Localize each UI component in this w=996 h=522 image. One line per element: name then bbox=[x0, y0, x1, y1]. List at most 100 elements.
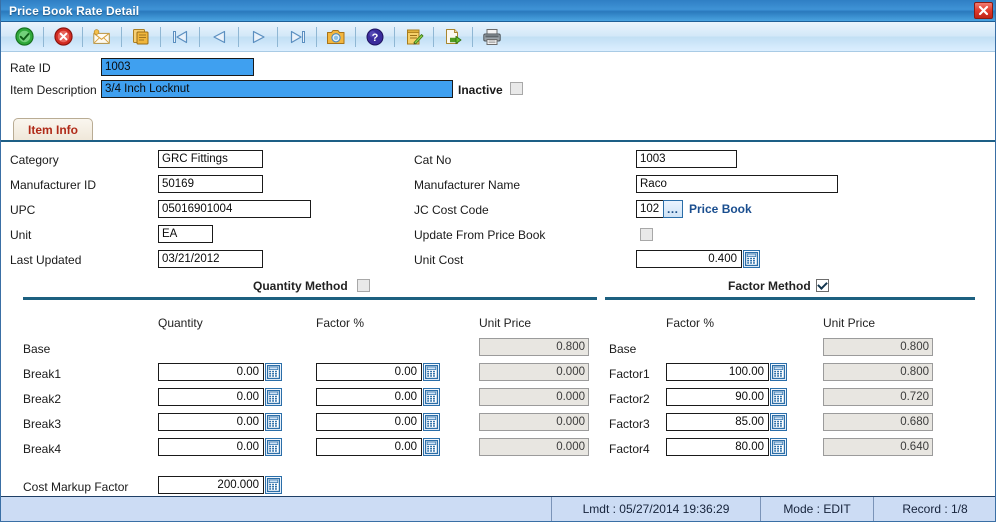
calculator-icon bbox=[267, 478, 280, 492]
tab-item-info[interactable]: Item Info bbox=[13, 118, 93, 141]
cost-markup-factor-label: Cost Markup Factor bbox=[23, 480, 129, 494]
cost-markup-factor-input[interactable]: 200.000 bbox=[158, 476, 264, 494]
quantity-factor-calculator-break1[interactable] bbox=[423, 363, 440, 381]
factor-calculator-factor2[interactable] bbox=[770, 388, 787, 406]
edit-button[interactable] bbox=[401, 25, 427, 49]
factor-input-factor3[interactable]: 85.00 bbox=[666, 413, 769, 431]
quantity-calculator-break1[interactable] bbox=[265, 363, 282, 381]
factor-row-label-factor1: Factor1 bbox=[609, 367, 650, 381]
quantity-factor-calculator-break4[interactable] bbox=[423, 438, 440, 456]
quantity-input-break4[interactable]: 0.00 bbox=[158, 438, 264, 456]
upc-label: UPC bbox=[10, 203, 36, 217]
first-record-icon bbox=[172, 30, 187, 43]
manufacturer-name-input[interactable]: Raco bbox=[636, 175, 838, 193]
quantity-input-break2[interactable]: 0.00 bbox=[158, 388, 264, 406]
quantity-factor-input-break3[interactable]: 0.00 bbox=[316, 413, 422, 431]
quantity-calculator-break3[interactable] bbox=[265, 413, 282, 431]
quantity-method-rule bbox=[23, 297, 597, 300]
quantity-factor-calculator-break2[interactable] bbox=[423, 388, 440, 406]
status-record: Record : 1/8 bbox=[874, 497, 995, 521]
calculator-icon bbox=[772, 365, 785, 379]
cat-no-input[interactable]: 1003 bbox=[636, 150, 737, 168]
quantity-row-label-break4: Break4 bbox=[23, 442, 62, 456]
ellipsis-icon: … bbox=[666, 202, 680, 216]
factor-method-rule bbox=[605, 297, 975, 300]
last-record-button[interactable] bbox=[284, 25, 310, 49]
copy-pages-icon bbox=[133, 29, 149, 45]
quantity-factor-column-header: Factor % bbox=[316, 316, 365, 330]
next-record-button[interactable] bbox=[245, 25, 271, 49]
upc-input[interactable]: 05016901004 bbox=[158, 200, 311, 218]
quantity-factor-input-break1[interactable]: 0.00 bbox=[316, 363, 422, 381]
quantity-unit-price-break2: 0.000 bbox=[479, 388, 589, 406]
cost-markup-factor-calculator[interactable] bbox=[265, 476, 282, 494]
quantity-calculator-break2[interactable] bbox=[265, 388, 282, 406]
quantity-factor-input-break4[interactable]: 0.00 bbox=[316, 438, 422, 456]
unit-cost-input[interactable]: 0.400 bbox=[636, 250, 742, 268]
manufacturer-id-input[interactable]: 50169 bbox=[158, 175, 263, 193]
factor-calculator-factor3[interactable] bbox=[770, 413, 787, 431]
last-updated-input[interactable]: 03/21/2012 bbox=[158, 250, 263, 268]
calculator-icon bbox=[425, 415, 438, 429]
factor-input-factor4[interactable]: 80.00 bbox=[666, 438, 769, 456]
status-last-modified: Lmdt : 05/27/2014 19:36:29 bbox=[552, 497, 761, 521]
quantity-input-break1[interactable]: 0.00 bbox=[158, 363, 264, 381]
calculator-icon bbox=[772, 440, 785, 454]
rate-id-label: Rate ID bbox=[10, 61, 51, 75]
export-button[interactable] bbox=[440, 25, 466, 49]
quantity-unit-price-column-header: Unit Price bbox=[479, 316, 532, 330]
price-book-link[interactable]: Price Book bbox=[689, 202, 752, 216]
factor-input-factor1[interactable]: 100.00 bbox=[666, 363, 769, 381]
tab-strip: Item Info bbox=[1, 118, 995, 142]
svg-text:?: ? bbox=[372, 32, 379, 44]
inactive-label: Inactive bbox=[458, 83, 503, 97]
jc-cost-code-browse-button[interactable]: … bbox=[663, 200, 683, 218]
unit-cost-label: Unit Cost bbox=[414, 253, 464, 267]
factor-column-header: Factor % bbox=[666, 316, 715, 330]
status-mode: Mode : EDIT bbox=[761, 497, 874, 521]
price-book-rate-detail-window: Price Book Rate Detail ? Rate ID 1003 It… bbox=[0, 0, 996, 522]
calculator-icon bbox=[267, 415, 280, 429]
find-button[interactable] bbox=[323, 25, 349, 49]
category-input[interactable]: GRC Fittings bbox=[158, 150, 263, 168]
quantity-calculator-break4[interactable] bbox=[265, 438, 282, 456]
print-button[interactable] bbox=[479, 25, 505, 49]
close-window-button[interactable] bbox=[974, 2, 993, 19]
quantity-row-label-break2: Break2 bbox=[23, 392, 62, 406]
cat-no-label: Cat No bbox=[414, 153, 452, 167]
unit-cost-calculator-button[interactable] bbox=[743, 250, 760, 268]
inactive-checkbox[interactable] bbox=[510, 82, 523, 95]
previous-record-button[interactable] bbox=[206, 25, 232, 49]
update-from-price-book-checkbox[interactable] bbox=[640, 228, 653, 241]
quantity-factor-calculator-break3[interactable] bbox=[423, 413, 440, 431]
toolbar-separator bbox=[316, 26, 317, 47]
factor-calculator-factor4[interactable] bbox=[770, 438, 787, 456]
calculator-icon bbox=[267, 440, 280, 454]
quantity-factor-input-break2[interactable]: 0.00 bbox=[316, 388, 422, 406]
toolbar-separator bbox=[199, 26, 200, 47]
item-description-input[interactable]: 3/4 Inch Locknut bbox=[101, 80, 453, 98]
quantity-method-checkbox[interactable] bbox=[357, 279, 370, 292]
quantity-input-break3[interactable]: 0.00 bbox=[158, 413, 264, 431]
first-record-button[interactable] bbox=[167, 25, 193, 49]
accept-button[interactable] bbox=[11, 25, 37, 49]
toolbar-separator bbox=[160, 26, 161, 47]
copy-button[interactable] bbox=[128, 25, 154, 49]
camera-search-icon bbox=[327, 29, 345, 44]
calculator-icon bbox=[267, 390, 280, 404]
help-button[interactable]: ? bbox=[362, 25, 388, 49]
unit-input[interactable]: EA bbox=[158, 225, 213, 243]
category-label: Category bbox=[10, 153, 59, 167]
factor-calculator-factor1[interactable] bbox=[770, 363, 787, 381]
new-record-button[interactable] bbox=[89, 25, 115, 49]
factor-method-checkbox[interactable] bbox=[816, 279, 829, 292]
calculator-icon bbox=[425, 390, 438, 404]
close-icon bbox=[978, 5, 989, 16]
factor-unit-price-factor2: 0.720 bbox=[823, 388, 933, 406]
status-bar: Lmdt : 05/27/2014 19:36:29 Mode : EDIT R… bbox=[1, 496, 995, 521]
header-fields: Rate ID 1003 Item Description 3/4 Inch L… bbox=[1, 52, 995, 98]
export-page-icon bbox=[445, 28, 461, 44]
quantity-unit-price-base: 0.800 bbox=[479, 338, 589, 356]
cancel-button[interactable] bbox=[50, 25, 76, 49]
factor-input-factor2[interactable]: 90.00 bbox=[666, 388, 769, 406]
